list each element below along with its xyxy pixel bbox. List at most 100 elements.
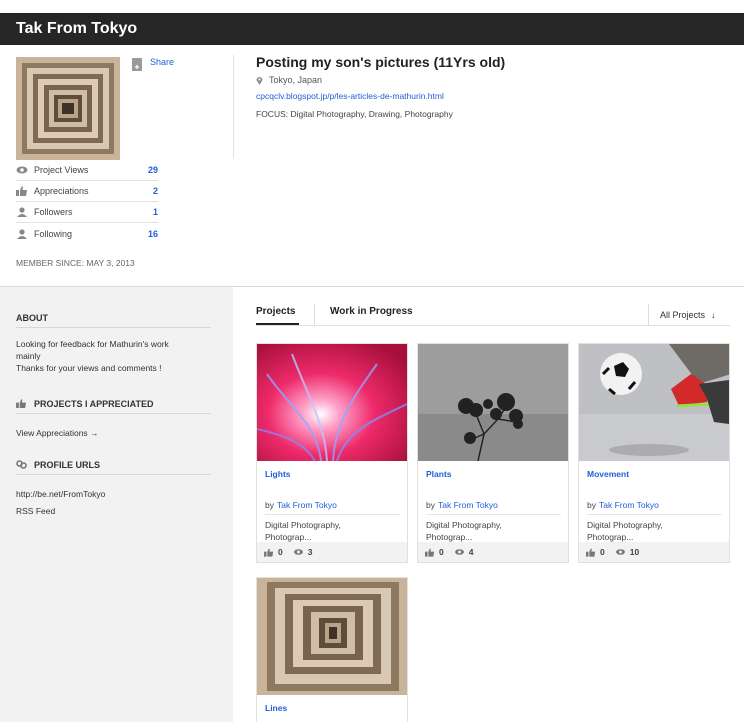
stat-label: Followers <box>34 207 73 217</box>
person-icon <box>16 207 28 217</box>
appreciation-count: 0 <box>600 547 605 557</box>
view-count: 4 <box>468 547 474 557</box>
location-text: Tokyo, Japan <box>269 75 323 85</box>
profile-urls-heading: PROFILE URLS <box>16 460 100 470</box>
all-projects-filter[interactable]: All Projects ↓ <box>648 304 730 326</box>
rss-feed-link[interactable]: RSS Feed <box>16 505 55 517</box>
profile-stats: Project Views 29 Appreciations 2 Followe… <box>16 160 158 244</box>
thumbs-up-icon <box>16 399 27 408</box>
appreciation-count: 0 <box>439 547 444 557</box>
project-thumbnail[interactable] <box>579 344 729 461</box>
stat-value: 16 <box>147 228 158 239</box>
avatar <box>16 57 120 160</box>
fields-line: Digital Photography, <box>426 520 502 530</box>
member-since: MEMBER SINCE: MAY 3, 2013 <box>16 258 135 268</box>
divider <box>233 55 234 159</box>
appreciated-heading: PROJECTS I APPRECIATED <box>16 399 154 409</box>
thumbs-up-icon <box>586 547 596 557</box>
location-pin-icon <box>256 76 263 85</box>
project-thumbnail[interactable] <box>418 344 568 461</box>
project-card[interactable]: Lines <box>256 577 408 722</box>
filter-label: All Projects <box>660 310 706 320</box>
sidebar: ABOUT Looking for feedback for Mathurin'… <box>0 287 233 722</box>
tab-projects[interactable]: Projects <box>256 306 295 317</box>
project-title[interactable]: Lights <box>265 469 291 479</box>
project-thumbnail[interactable] <box>257 578 407 695</box>
project-card[interactable]: Movement by Tak From Tokyo Digital Photog… <box>578 343 730 563</box>
view-count: 3 <box>307 547 313 557</box>
fields-line: Digital Photography, <box>265 520 341 530</box>
page-title: Tak From Tokyo <box>16 20 138 37</box>
author-link[interactable]: Tak From Tokyo <box>599 500 659 510</box>
project-card[interactable]: Lights by Tak From Tokyo Digital Photogra… <box>256 343 408 563</box>
project-stats: 0 3 <box>257 542 407 562</box>
stat-appreciations[interactable]: Appreciations 2 <box>16 181 158 202</box>
thumbs-up-icon <box>425 547 435 557</box>
eye-icon <box>454 548 465 556</box>
share-label: Share <box>150 57 175 67</box>
divider <box>426 514 561 515</box>
share-icon <box>132 58 142 71</box>
website-link[interactable]: cpcqclv.blogspot.jp/p/les-articles-de-ma… <box>256 91 444 101</box>
view-count: 10 <box>629 547 640 557</box>
project-stats: 0 4 <box>418 542 568 562</box>
by-label: by <box>265 500 274 510</box>
project-title[interactable]: Movement <box>587 469 629 479</box>
project-fields: Digital Photography, Photograp... <box>265 519 400 543</box>
profile-name: Posting my son's pictures (11Yrs old) <box>256 54 506 70</box>
about-heading: ABOUT <box>16 313 48 323</box>
project-owner: by Tak From Tokyo <box>265 500 337 510</box>
appreciation-count: 0 <box>278 547 283 557</box>
eye-icon <box>16 165 28 175</box>
share-button[interactable]: Share <box>132 57 175 71</box>
author-link[interactable]: Tak From Tokyo <box>438 500 498 510</box>
thumbs-up-icon <box>264 547 274 557</box>
stat-project-views[interactable]: Project Views 29 <box>16 160 158 181</box>
project-title[interactable]: Plants <box>426 469 452 479</box>
eye-icon <box>293 548 304 556</box>
stat-label: Following <box>34 228 73 239</box>
project-fields: Digital Photography, Photograp... <box>587 519 722 543</box>
about-line: mainly <box>16 351 41 361</box>
divider <box>587 514 722 515</box>
by-label: by <box>587 500 596 510</box>
divider <box>16 327 211 328</box>
tab-work-in-progress[interactable]: Work in Progress <box>330 306 413 317</box>
stat-value: 2 <box>152 186 158 196</box>
project-thumbnail[interactable] <box>257 344 407 461</box>
about-line: Thanks for your views and comments ! <box>16 363 162 373</box>
top-bar: Tak From Tokyo <box>0 13 744 45</box>
author-link[interactable]: Tak From Tokyo <box>277 500 337 510</box>
project-fields: Digital Photography, Photograp... <box>426 519 561 543</box>
link-icon <box>16 460 27 469</box>
appreciated-heading-label: PROJECTS I APPRECIATED <box>34 399 154 409</box>
profile-focus: FOCUS: Digital Photography, Drawing, Pho… <box>256 109 453 119</box>
thumbs-up-icon <box>16 186 28 196</box>
stat-label: Project Views <box>34 165 89 175</box>
divider <box>314 304 315 326</box>
stat-following[interactable]: Following 16 <box>16 223 158 244</box>
stat-value: 1 <box>152 207 158 217</box>
member-since-label: MEMBER SINCE: <box>16 258 85 268</box>
by-label: by <box>426 500 435 510</box>
eye-icon <box>615 548 626 556</box>
stat-followers[interactable]: Followers 1 <box>16 202 158 223</box>
divider <box>16 413 211 414</box>
divider <box>265 514 400 515</box>
fields-line: Digital Photography, <box>587 520 663 530</box>
profile-urls-label: PROFILE URLS <box>34 460 101 470</box>
project-owner: by Tak From Tokyo <box>426 500 498 510</box>
view-appreciations-link[interactable]: View Appreciations → <box>16 427 99 439</box>
profile-location: Tokyo, Japan <box>256 75 322 85</box>
person-icon <box>16 228 28 239</box>
stat-value: 29 <box>147 165 158 175</box>
member-since-value: MAY 3, 2013 <box>86 258 135 268</box>
about-line: Looking for feedback for Mathurin's work <box>16 339 169 349</box>
project-title[interactable]: Lines <box>265 703 287 713</box>
project-card[interactable]: Plants by Tak From Tokyo Digital Photogra… <box>417 343 569 563</box>
project-owner: by Tak From Tokyo <box>587 500 659 510</box>
stat-label: Appreciations <box>34 186 89 196</box>
profile-url-link[interactable]: http://be.net/FromTokyo <box>16 488 105 500</box>
project-stats: 0 10 <box>579 542 729 562</box>
divider <box>16 474 211 475</box>
